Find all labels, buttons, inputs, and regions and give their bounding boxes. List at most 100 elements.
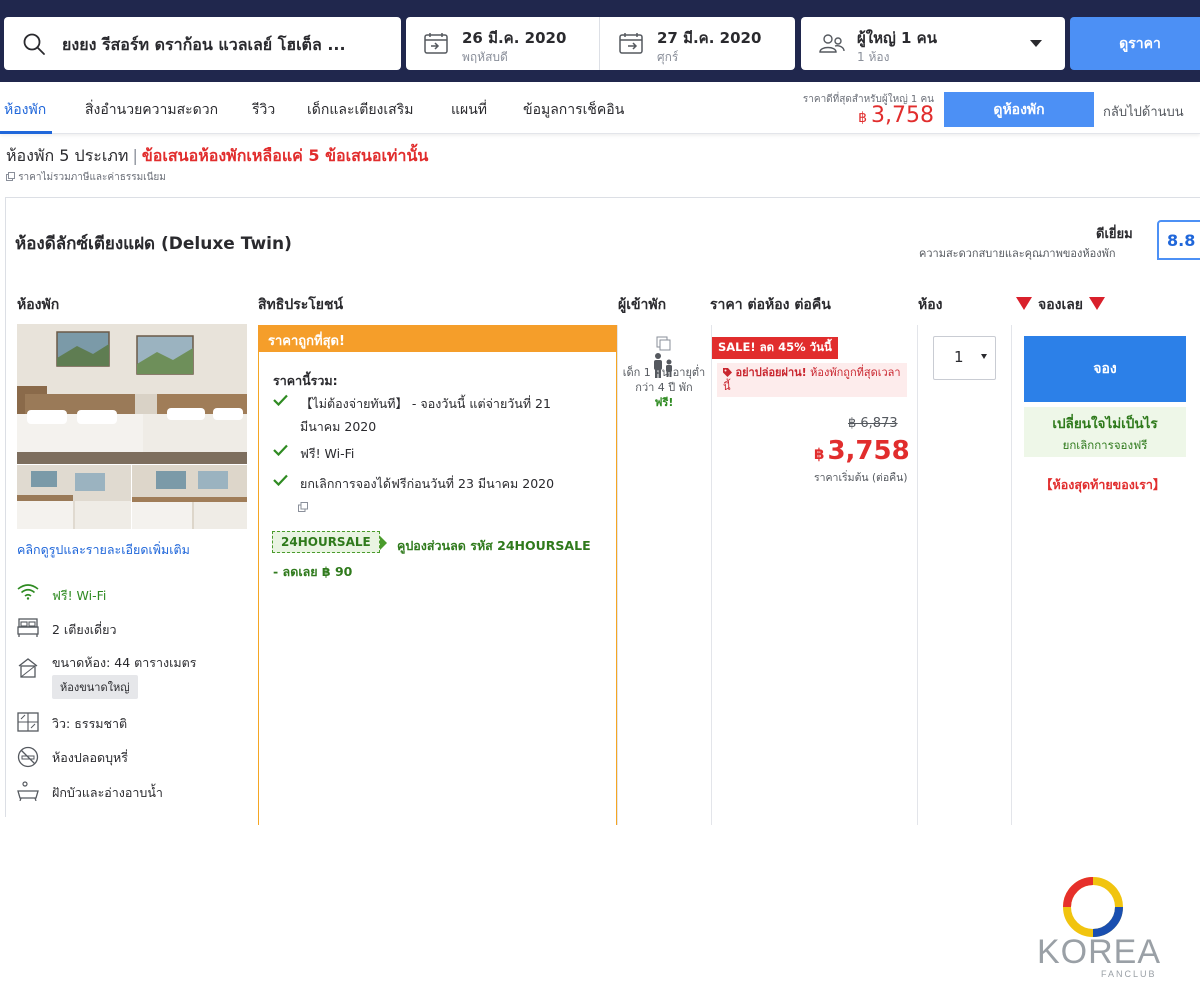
arrow-down-icon bbox=[1016, 297, 1032, 310]
room-quantity-select[interactable]: 1 bbox=[933, 336, 996, 380]
room-quantity-value: 1 bbox=[954, 348, 964, 366]
summary-separator: | bbox=[132, 146, 138, 165]
sale-badge: SALE! ลด 45% วันนี้ bbox=[712, 337, 838, 359]
room-photo-thumb-1[interactable] bbox=[17, 465, 131, 529]
external-link-icon[interactable] bbox=[298, 502, 308, 512]
tab-map[interactable]: แผนที่ bbox=[451, 99, 487, 121]
window-view-icon bbox=[17, 712, 39, 732]
feature-room-size-text: ขนาดห้อง: 44 ตารางเมตร bbox=[52, 655, 197, 670]
watermark-sub: FANCLUB bbox=[1101, 969, 1157, 979]
includes-heading: ราคานี้รวม: bbox=[273, 373, 338, 388]
review-score: 8.8 bbox=[1157, 220, 1200, 260]
rating-word: ดีเยี่ยม bbox=[1096, 227, 1133, 242]
caret-down-icon bbox=[981, 354, 987, 359]
room-card: ห้องดีลักซ์เตียงแฝด (Deluxe Twin) ดีเยี่… bbox=[5, 197, 1200, 979]
hotel-search-text: ยงยง รีสอร์ท ดราก้อน แวลเลย์ โฮเต็ล ... bbox=[62, 35, 346, 54]
checkin-day: พฤหัสบดี bbox=[462, 50, 508, 64]
check-icon bbox=[273, 394, 288, 406]
search-bar: ยงยง รีสอร์ท ดราก้อน แวลเลย์ โฮเต็ล ... … bbox=[0, 0, 1200, 82]
search-icon bbox=[23, 33, 45, 55]
tab-checkin-info[interactable]: ข้อมูลการเช็คอิน bbox=[523, 99, 624, 121]
dont-miss-notice: อย่าปล่อยผ่าน! ห้องพักถูกที่สุดเวลานี้ bbox=[717, 363, 907, 397]
price-currency: ฿ bbox=[814, 445, 825, 463]
nav-price-value: 3,758 bbox=[871, 103, 934, 128]
cheapest-banner: ราคาถูกที่สุด! bbox=[258, 325, 617, 352]
benefit-pay-later-text: 【ไม่ต้องจ่ายทันที】 - จองวันนี้ แต่จ่ายวั… bbox=[300, 396, 551, 434]
feature-beds-text: 2 เตียงเดี่ยว bbox=[52, 622, 117, 637]
check-icon bbox=[273, 474, 288, 486]
checkin-date: 26 มี.ค. 2020 bbox=[462, 29, 567, 47]
room-size-icon bbox=[18, 658, 38, 678]
checkout-day: ศุกร์ bbox=[657, 50, 679, 64]
checkout-field[interactable]: 27 มี.ค. 2020 ศุกร์ bbox=[601, 17, 795, 70]
benefit-free-cancel: ยกเลิกการจองได้ฟรีก่อนวันที่ 23 มีนาคม 2… bbox=[273, 472, 593, 495]
search-price-button[interactable]: ดูราคา bbox=[1070, 17, 1200, 70]
child-policy-text: เด็ก 1 คน อายุต่ำกว่า 4 ปี พัก bbox=[622, 366, 706, 394]
price-value: 3,758 bbox=[827, 436, 910, 466]
wifi-icon bbox=[17, 584, 39, 600]
arrow-down-icon bbox=[1089, 297, 1106, 310]
col-room: ห้องพัก bbox=[17, 297, 60, 313]
tax-note: ราคาไม่รวมภาษีและค่าธรรมเนียม bbox=[6, 170, 166, 185]
column-divider bbox=[917, 325, 918, 825]
tag-icon bbox=[723, 368, 732, 377]
column-divider bbox=[711, 325, 712, 825]
col-price: ราคา ต่อห้อง ต่อคืน bbox=[710, 297, 831, 313]
col-rooms: ห้อง bbox=[918, 297, 943, 313]
column-divider bbox=[1011, 325, 1012, 825]
room-types-count: ห้องพัก 5 ประเภท bbox=[6, 146, 129, 165]
back-to-top-link[interactable]: กลับไปด้านบน bbox=[1103, 101, 1184, 122]
col-book: จองเลย bbox=[1010, 294, 1111, 316]
guest-selector[interactable]: ผู้ใหญ่ 1 คน 1 ห้อง bbox=[801, 17, 1065, 70]
tab-rooms[interactable]: ห้องพัก bbox=[4, 99, 46, 121]
external-link-icon bbox=[6, 172, 15, 181]
calendar-checkin-icon bbox=[424, 33, 448, 54]
original-price: ฿ 6,873 bbox=[848, 416, 898, 431]
date-picker[interactable]: 26 มี.ค. 2020 พฤหัสบดี 27 มี.ค. 2020 ศุก… bbox=[406, 17, 795, 70]
no-smoking-icon bbox=[17, 746, 39, 768]
child-free-label: ฟรี! bbox=[654, 396, 674, 409]
benefit-wifi-text: ฟรี! Wi-Fi bbox=[300, 446, 355, 461]
room-summary: ห้องพัก 5 ประเภท | ข้อเสนอห้องพักเหลือแค่ … bbox=[6, 144, 428, 169]
large-room-tag: ห้องขนาดใหญ่ bbox=[52, 675, 138, 699]
free-cancel-box: เปลี่ยนใจไม่เป็นไร ยกเลิกการจองฟรี bbox=[1024, 407, 1186, 457]
tab-reviews[interactable]: รีวิว bbox=[252, 99, 275, 121]
feature-wifi-text: ฟรี! Wi-Fi bbox=[52, 588, 107, 603]
change-mind-text: เปลี่ยนใจไม่เป็นไร bbox=[1052, 416, 1158, 432]
active-tab-indicator bbox=[0, 131, 52, 134]
calendar-checkout-icon bbox=[619, 33, 643, 54]
free-cancel-text: ยกเลิกการจองฟรี bbox=[1062, 438, 1148, 452]
adult-count: ผู้ใหญ่ 1 คน bbox=[857, 29, 937, 47]
room-title: ห้องดีลักซ์เตียงแฝด (Deluxe Twin) bbox=[15, 234, 292, 254]
room-photo-main[interactable] bbox=[17, 324, 247, 464]
nav-price-currency: ฿ bbox=[858, 110, 868, 126]
child-policy: เด็ก 1 คน อายุต่ำกว่า 4 ปี พัก ฟรี! bbox=[618, 365, 710, 410]
price-per-night-note: ราคาเริ่มต้น (ต่อคืน) bbox=[814, 472, 908, 484]
dont-miss-bold: อย่าปล่อยผ่าน! bbox=[735, 366, 807, 379]
feature-non-smoking-text: ห้องปลอดบุหรี่ bbox=[52, 750, 128, 765]
feature-view-text: วิว: ธรรมชาติ bbox=[52, 716, 128, 731]
col-book-label: จองเลย bbox=[1038, 297, 1084, 313]
coupon-discount: - ลดเลย ฿ 90 bbox=[273, 564, 353, 579]
coupon-code-tag[interactable]: 24HOURSALE bbox=[272, 531, 387, 553]
benefit-pay-later: 【ไม่ต้องจ่ายทันที】 - จองวันนี้ แต่จ่ายวั… bbox=[273, 392, 593, 438]
view-rooms-button[interactable]: ดูห้องพัก bbox=[944, 92, 1094, 127]
korea-fanclub-watermark-logo: KOREA FANCLUB bbox=[1037, 877, 1161, 979]
book-button[interactable]: จอง bbox=[1024, 336, 1186, 402]
tab-facilities[interactable]: สิ่งอำนวยความสะดวก bbox=[85, 99, 218, 121]
hotel-search-field[interactable]: ยงยง รีสอร์ท ดราก้อน แวลเลย์ โฮเต็ล ... bbox=[4, 17, 401, 70]
benefit-free-cancel-text: ยกเลิกการจองได้ฟรีก่อนวันที่ 23 มีนาคม 2… bbox=[300, 476, 555, 491]
room-photo-thumb-2[interactable] bbox=[132, 465, 247, 529]
bathtub-icon bbox=[17, 781, 39, 801]
room-count: 1 ห้อง bbox=[857, 50, 890, 64]
checkout-date: 27 มี.ค. 2020 bbox=[657, 29, 762, 47]
guests-icon bbox=[819, 34, 845, 53]
more-photos-link[interactable]: คลิกดูรูปและรายละเอียดเพิ่มเติม bbox=[17, 540, 190, 560]
tab-children-beds[interactable]: เด็กและเตียงเสริม bbox=[307, 99, 413, 121]
rating-description: ความสะดวกสบายและคุณภาพของห้องพัก bbox=[919, 247, 1116, 260]
bed-icon bbox=[17, 618, 39, 637]
discounted-price: ฿ 3,758 bbox=[814, 436, 910, 466]
last-room-notice: 【ห้องสุดท้ายของเรา】 bbox=[1040, 477, 1166, 492]
watermark-brand: KOREA bbox=[1037, 933, 1161, 971]
checkin-field[interactable]: 26 มี.ค. 2020 พฤหัสบดี bbox=[406, 17, 600, 70]
